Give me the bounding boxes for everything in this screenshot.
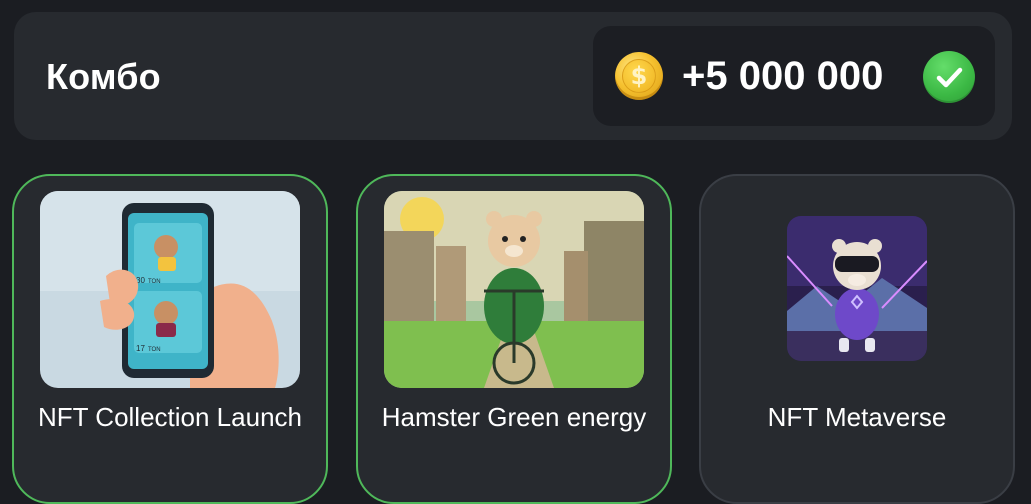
hamster-on-bicycle-image [384, 191, 644, 388]
svg-text:TON: TON [148, 279, 161, 285]
dollar-coin-icon: $ [615, 52, 663, 100]
card-label: NFT Metaverse [767, 402, 947, 432]
card-label: NFT Collection Launch [38, 402, 302, 432]
reward-amount: +5 000 000 [682, 54, 884, 98]
check-circle-icon [923, 51, 975, 103]
hamster-vr-metaverse-image [787, 216, 927, 361]
combo-title: Комбо [46, 56, 161, 97]
combo-card-nft-collection-launch[interactable]: 30 TON 17 TON NFT Collection Launch [12, 174, 328, 504]
combo-reward: $ +5 000 000 [593, 26, 995, 126]
combo-card-nft-metaverse[interactable]: NFT Metaverse [699, 174, 1015, 504]
card-label: Hamster Green energy [381, 402, 647, 432]
phone-price-2: 17 [136, 344, 145, 353]
phone-nft-listing-image: 30 TON 17 TON [40, 191, 300, 388]
combo-card-hamster-green-energy[interactable]: Hamster Green energy [356, 174, 672, 504]
combo-header: Комбо $ +5 000 000 [14, 12, 1012, 140]
svg-text:TON: TON [148, 347, 161, 353]
